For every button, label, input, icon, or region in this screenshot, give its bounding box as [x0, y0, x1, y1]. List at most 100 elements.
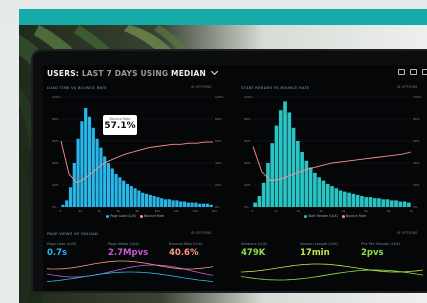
- histogram-bar: [360, 196, 364, 207]
- histogram-bar: [61, 204, 65, 207]
- histogram-bar: [261, 182, 266, 207]
- y-tick-label: 0%: [244, 205, 249, 209]
- legend-item-a: Page Load (LUX): [110, 214, 137, 218]
- y-tick-label: 80%: [52, 117, 59, 121]
- y2-tick-label: 40%: [215, 161, 222, 165]
- histogram-bar: [133, 188, 137, 207]
- histogram-bar: [209, 204, 213, 207]
- histogram-bar: [160, 198, 164, 207]
- histogram-bar: [198, 203, 202, 207]
- legend-dot-icon: [140, 214, 144, 218]
- x-tick-label: 4s: [98, 209, 102, 213]
- histogram-bar: [125, 183, 130, 207]
- histogram-bar: [129, 186, 133, 207]
- stat-label: Bounce Rate (LUX): [169, 242, 203, 246]
- histogram-bar: [338, 190, 343, 207]
- stat-value: 17min: [300, 248, 330, 258]
- y2-tick-label: 100%: [413, 95, 422, 99]
- histogram-bar: [274, 125, 279, 207]
- histogram-bar: [182, 201, 187, 207]
- histogram-bar: [372, 198, 377, 207]
- x-tick-label: 2s: [79, 209, 83, 213]
- histogram-bar: [190, 202, 194, 207]
- histogram-bar: [144, 193, 149, 207]
- histogram-bar: [156, 197, 160, 207]
- legend-dot-icon: [304, 214, 307, 218]
- x-tick-label: 10s: [155, 209, 161, 213]
- bottom-line-charts: [46, 260, 424, 282]
- y2-tick-label: 60%: [413, 139, 420, 143]
- histogram-bar: [308, 167, 313, 207]
- trend-line: [46, 260, 214, 270]
- histogram-bar: [325, 183, 330, 207]
- options-button-page-views[interactable]: ⚙ OPTIONS: [191, 231, 211, 235]
- y2-tick-label: 80%: [215, 117, 222, 121]
- histogram-bar: [72, 163, 76, 207]
- x-tick-label: 6s: [117, 209, 121, 213]
- x-tick-label: 0: [252, 209, 254, 213]
- start-render-chart[interactable]: 100% 100%80% 80%60% 60%40% 40%20% 20%0% 0%0 1s 2…: [244, 95, 422, 213]
- x-tick-label: 0: [60, 209, 62, 213]
- stat-value: 40.6%: [169, 248, 199, 258]
- histogram-bar: [270, 143, 275, 207]
- histogram-bar: [368, 197, 373, 207]
- bounce-rate-tooltip: Bounce Rate 57.1%: [103, 115, 137, 135]
- histogram-bar: [334, 188, 339, 207]
- y-tick-label: 20%: [244, 183, 251, 187]
- trend-line: [240, 269, 424, 281]
- stat-value: 479K: [241, 248, 266, 258]
- y2-tick-label: 40%: [413, 161, 420, 165]
- legend-load-bounce: Page Load (LUX) Bounce Rate: [103, 214, 164, 218]
- histogram-bar: [381, 199, 386, 207]
- x-tick-label: 8s: [136, 209, 140, 213]
- y2-tick-label: 100%: [215, 95, 224, 99]
- trend-line: [46, 264, 214, 278]
- stat-label: Session Length (LUX): [300, 242, 339, 246]
- histogram-bar: [167, 199, 171, 207]
- stat-label: Page Load (LUX): [47, 242, 77, 246]
- histogram-bar: [313, 172, 317, 207]
- histogram-bar: [321, 180, 326, 207]
- histogram-bar: [152, 196, 156, 207]
- histogram-bar: [122, 180, 126, 207]
- y2-tick-label: 0%: [413, 205, 418, 209]
- y-tick-label: 80%: [244, 117, 251, 121]
- y-tick-label: 60%: [244, 139, 251, 143]
- histogram-bar: [110, 168, 114, 207]
- stat-value: 2pvs: [361, 248, 384, 258]
- y2-tick-label: 80%: [413, 117, 420, 121]
- x-tick-label: 3s: [319, 209, 323, 213]
- histogram-bar: [141, 192, 145, 207]
- histogram-bar: [80, 121, 84, 207]
- histogram-bar: [283, 101, 287, 207]
- x-tick-label: 1s: [274, 209, 278, 213]
- y-tick-label: 100%: [244, 95, 253, 99]
- legend-start-render: Start Render (LUX) Bounce Rate: [301, 214, 366, 218]
- x-tick-label: 14s: [193, 209, 199, 213]
- tooltip-value: 57.1%: [104, 121, 136, 131]
- y-tick-label: 40%: [244, 161, 251, 165]
- stat-label: Sessions (LUX): [241, 242, 268, 246]
- y2-tick-label: 20%: [413, 183, 420, 187]
- legend-item-b: Bounce Rate: [345, 214, 367, 218]
- y2-tick-label: 60%: [215, 139, 222, 143]
- histogram-bar: [278, 110, 283, 207]
- options-button-sessions[interactable]: ⚙ OPTIONS: [397, 231, 417, 235]
- histogram-bar: [68, 187, 73, 207]
- x-tick-label: 2s: [297, 209, 301, 213]
- histogram-bar: [99, 147, 103, 207]
- bounce-rate-line: [60, 140, 213, 184]
- histogram-bar: [76, 138, 80, 207]
- histogram-bar: [118, 177, 122, 207]
- histogram-bar: [385, 199, 390, 207]
- stat-label: Page Views (LUX): [108, 242, 140, 246]
- stat-value: 0.7s: [47, 248, 68, 258]
- histogram-bar: [84, 108, 88, 207]
- x-tick-label: 4s: [342, 209, 346, 213]
- panel-title-page-views: PAGE VIEWS VS ONLOAD: [47, 231, 99, 236]
- teal-header-bar: [19, 9, 427, 25]
- y2-tick-label: 20%: [215, 183, 222, 187]
- histogram-bar: [87, 116, 92, 207]
- load-time-chart[interactable]: 100% 100%80% 80%60% 60%40% 40%20% 20%0% 0%0 2s 4…: [52, 95, 224, 213]
- histogram-bar: [407, 202, 411, 207]
